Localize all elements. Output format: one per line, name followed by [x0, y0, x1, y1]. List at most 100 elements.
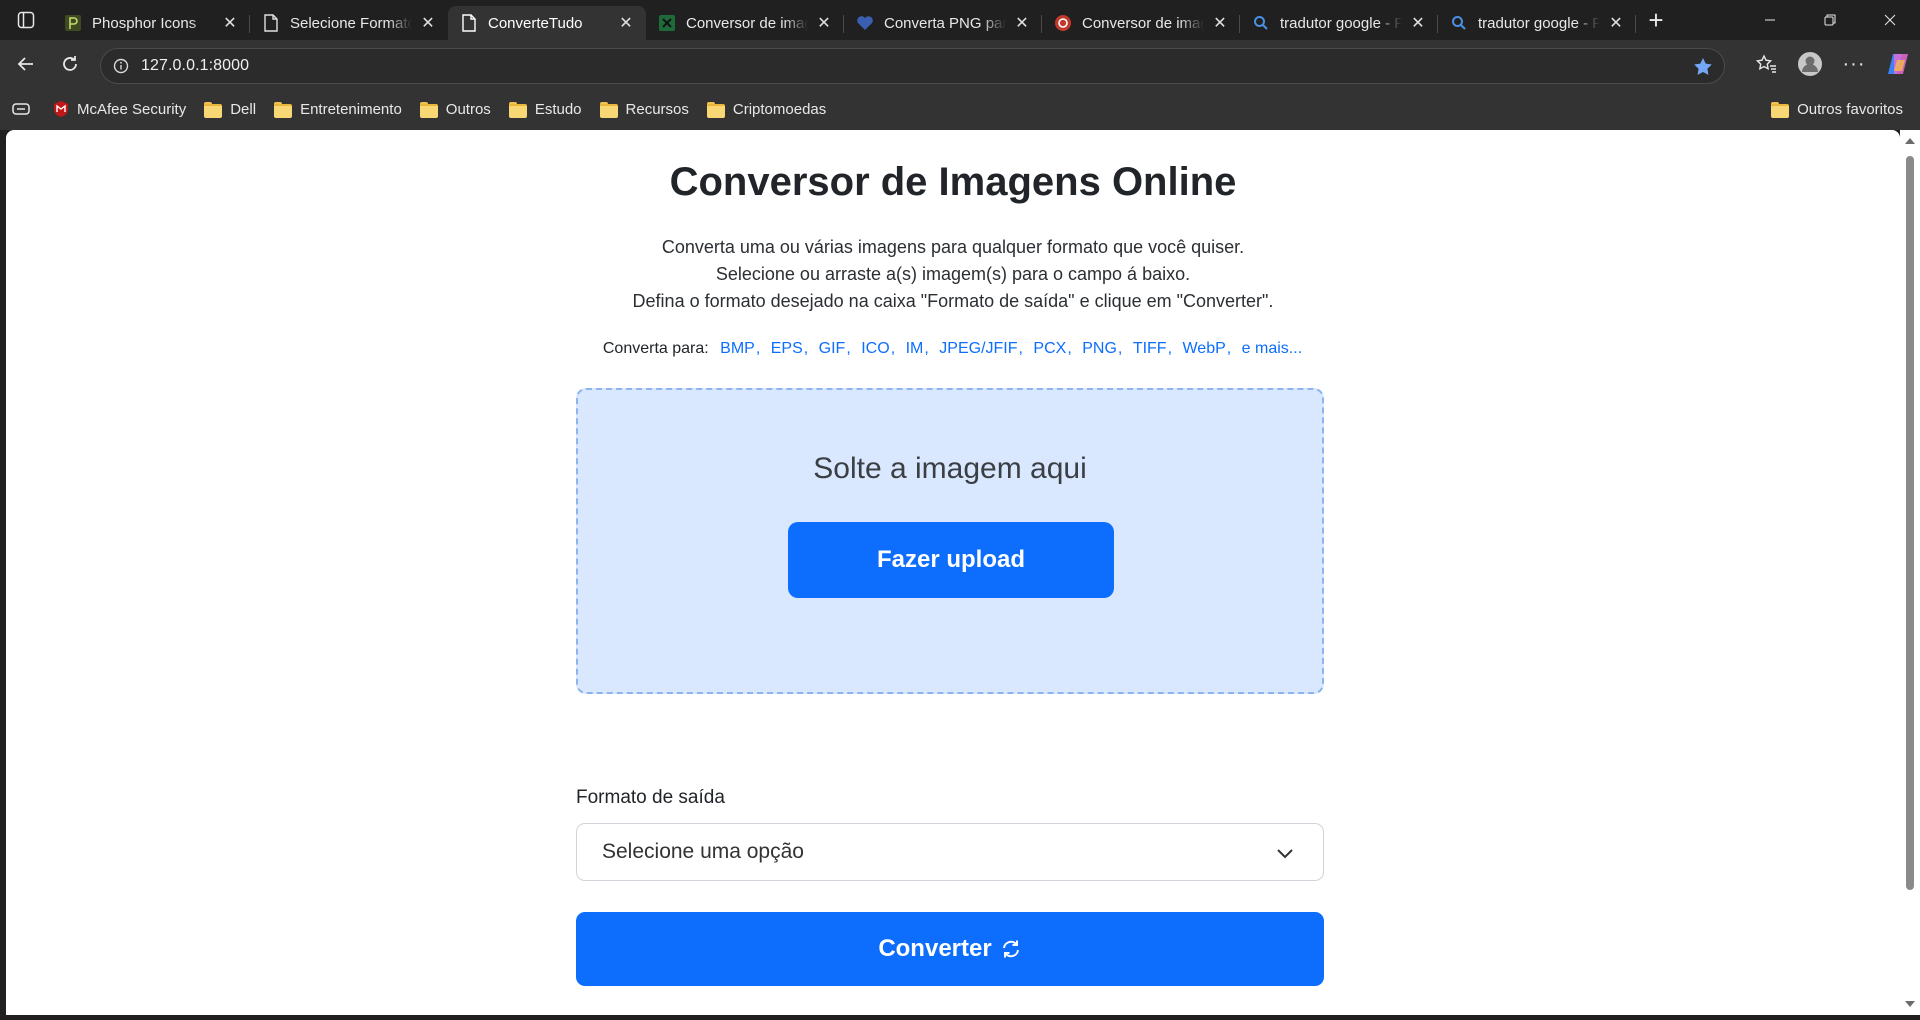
folder-icon — [419, 102, 438, 118]
description-line: Selecione ou arraste a(s) imagem(s) para… — [715, 264, 1191, 284]
bookmark-folder-recursos[interactable]: Recursos — [591, 95, 698, 123]
ellipsis-icon: ··· — [1842, 52, 1866, 75]
back-button[interactable] — [4, 44, 48, 84]
plus-icon: + — [1648, 4, 1664, 35]
tab-close-icon[interactable]: ✕ — [814, 13, 834, 33]
tab-convertetudo[interactable]: ConverteTudo ✕ — [448, 6, 646, 40]
tab-title: Conversor de imagens — [686, 14, 808, 32]
bookmark-folder-estudo[interactable]: Estudo — [500, 95, 591, 123]
formats-label: Converta para: — [602, 340, 709, 357]
tab-close-icon[interactable]: ✕ — [616, 13, 636, 33]
address-bar[interactable]: 127.0.0.1:8000 — [100, 48, 1725, 84]
dropzone-text: Solte a imagem aqui — [813, 452, 1087, 485]
convert-button[interactable]: Converter — [576, 912, 1324, 986]
tab-conversor-de-imagens-2[interactable]: Conversor de imagens ✕ — [1042, 6, 1240, 40]
format-link-jpeg[interactable]: JPEG/JFIF — [939, 340, 1017, 357]
tab-tradutor-google[interactable]: tradutor google - Pesquisar ✕ — [1240, 6, 1438, 40]
format-link-eps[interactable]: EPS — [771, 340, 803, 357]
tab-title: tradutor google - Pesquisar — [1478, 14, 1600, 32]
scrollbar-thumb[interactable] — [1906, 156, 1914, 890]
favorites-button[interactable] — [1744, 44, 1788, 84]
address-url: 127.0.0.1:8000 — [141, 57, 250, 74]
bookmark-label: Recursos — [625, 100, 689, 118]
page-icon — [460, 14, 478, 32]
more-formats-link[interactable]: e mais... — [1242, 340, 1302, 357]
format-link-pcx[interactable]: PCX — [1033, 340, 1066, 357]
bookmark-label: Outros — [445, 100, 491, 118]
reading-view-button[interactable] — [0, 95, 44, 123]
format-link-tiff[interactable]: TIFF — [1133, 340, 1167, 357]
output-format-label: Formato de saída — [576, 787, 725, 808]
description-line: Defina o formato desejado na caixa "Form… — [632, 291, 1274, 311]
tab-selecione-formato[interactable]: Selecione Formato ✕ — [250, 6, 448, 40]
tab-close-icon[interactable]: ✕ — [220, 13, 240, 33]
bookmark-mcafee[interactable]: McAfee Security — [44, 95, 195, 123]
chevron-down-icon — [1277, 849, 1293, 859]
browser-toolbar: 127.0.0.1:8000 ··· — [0, 40, 1920, 88]
bookmark-folder-criptomoedas[interactable]: Criptomoedas — [698, 95, 835, 123]
page-viewport: Conversor de Imagens Online Converta uma… — [6, 130, 1900, 1015]
minimize-button[interactable] — [1740, 0, 1800, 40]
tab-close-icon[interactable]: ✕ — [1012, 13, 1032, 33]
format-link-png[interactable]: PNG — [1082, 340, 1117, 357]
tab-title: ConverteTudo — [488, 14, 583, 32]
formats-list: Converta para: BMP, EPS, GIF, ICO, IM, J… — [602, 340, 1303, 357]
output-format-select[interactable]: Selecione uma opção — [576, 823, 1324, 881]
profile-button[interactable] — [1788, 44, 1832, 84]
bookmark-folder-dell[interactable]: Dell — [195, 95, 265, 123]
tab-converta-png[interactable]: Converta PNG para ✕ — [844, 6, 1042, 40]
copilot-icon — [1888, 54, 1908, 74]
bookmarks-bar: McAfee Security Dell Entretenimento Outr… — [0, 88, 1920, 130]
folder-icon — [204, 102, 223, 118]
format-link-gif[interactable]: GIF — [819, 340, 846, 357]
format-link-bmp[interactable]: BMP — [720, 340, 755, 357]
tab-tradutor-google-2[interactable]: tradutor google - Pesquisar ✕ — [1438, 6, 1636, 40]
tab-conversor-de-imagens[interactable]: Conversor de imagens ✕ — [646, 6, 844, 40]
tab-actions-button[interactable] — [0, 0, 52, 40]
minimize-icon — [1765, 19, 1775, 21]
bookmark-label: Estudo — [534, 100, 582, 118]
tab-phosphor-icons[interactable]: Phosphor Icons ✕ — [52, 6, 250, 40]
restore-icon — [1824, 14, 1836, 26]
close-window-button[interactable] — [1860, 0, 1920, 40]
description-line: Converta uma ou várias imagens para qual… — [661, 237, 1245, 257]
page-title: Conversor de Imagens Online — [669, 160, 1237, 204]
tab-close-icon[interactable]: ✕ — [1210, 13, 1230, 33]
tab-title: tradutor google - Pesquisar — [1280, 14, 1402, 32]
bookmark-label: Outros favoritos — [1797, 100, 1903, 118]
mcafee-icon — [53, 100, 69, 118]
page-scrollbar[interactable] — [1900, 130, 1920, 1015]
arrow-left-icon — [17, 57, 33, 71]
restore-button[interactable] — [1800, 0, 1860, 40]
folder-icon — [599, 102, 618, 118]
info-icon[interactable] — [101, 58, 141, 74]
tab-close-icon[interactable]: ✕ — [1408, 13, 1428, 33]
collections-icon — [12, 103, 30, 115]
tab-strip: Phosphor Icons ✕ Selecione Formato ✕ Con… — [0, 0, 1920, 40]
bookmark-folder-entretenimento[interactable]: Entretenimento — [265, 95, 411, 123]
copilot-button[interactable] — [1876, 44, 1920, 84]
scroll-up-icon[interactable] — [1905, 138, 1915, 144]
image-dropzone[interactable]: Solte a imagem aqui Fazer upload — [576, 388, 1324, 694]
bookmark-label: Criptomoedas — [732, 100, 827, 118]
folder-icon — [508, 102, 527, 118]
bookmark-folder-outros[interactable]: Outros — [411, 95, 500, 123]
reload-button[interactable] — [48, 44, 92, 84]
bookmark-folder-outros-favoritos[interactable]: Outros favoritos — [1762, 95, 1912, 123]
upload-button[interactable]: Fazer upload — [788, 522, 1114, 598]
format-link-im[interactable]: IM — [906, 340, 924, 357]
favorite-star-icon[interactable] — [1692, 56, 1714, 83]
tab-title: Phosphor Icons — [92, 14, 197, 32]
bookmark-label: Entretenimento — [300, 100, 402, 118]
tab-close-icon[interactable]: ✕ — [1606, 13, 1626, 33]
format-link-ico[interactable]: ICO — [861, 340, 889, 357]
more-menu-button[interactable]: ··· — [1832, 44, 1876, 84]
sidebar-toggle-icon — [17, 11, 35, 29]
new-tab-button[interactable]: + — [1636, 0, 1676, 40]
scroll-down-icon[interactable] — [1905, 1001, 1915, 1007]
tab-close-icon[interactable]: ✕ — [418, 13, 438, 33]
output-format-value: Selecione uma opção — [602, 840, 804, 863]
tab-title: Selecione Formato — [290, 14, 412, 32]
phosphor-icon — [64, 14, 82, 32]
format-link-webp[interactable]: WebP — [1182, 340, 1225, 357]
